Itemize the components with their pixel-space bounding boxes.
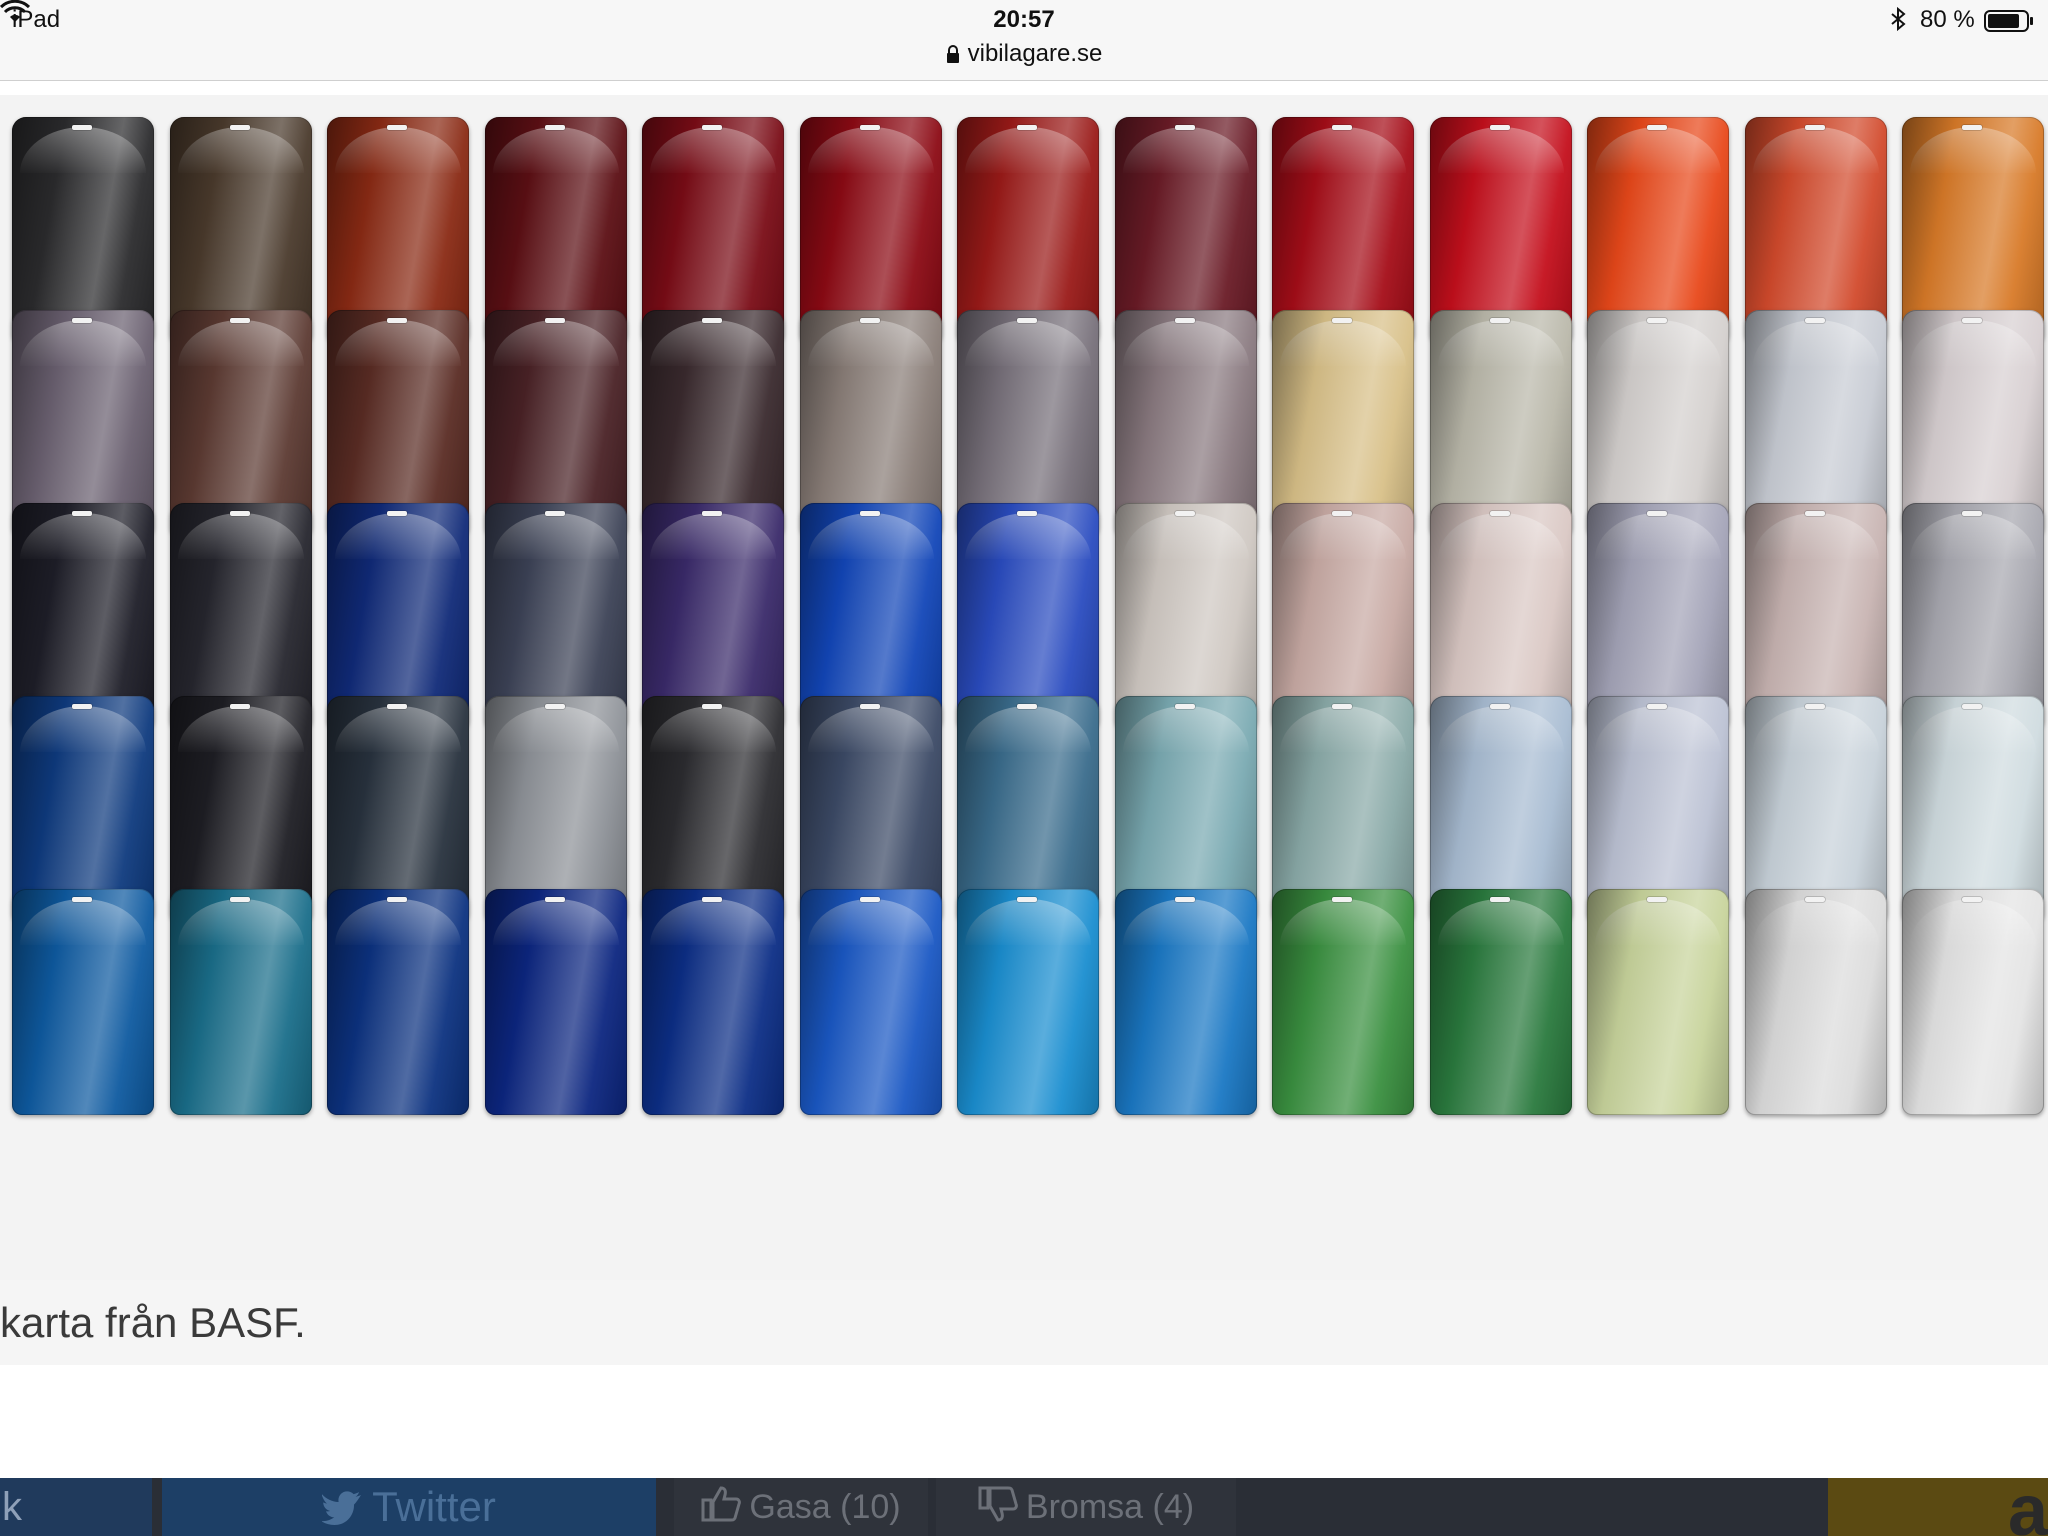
caption-overlay: [0, 1280, 2048, 1365]
color-swatch: [327, 889, 469, 1115]
facebook-share-label: k: [2, 1485, 22, 1529]
share-button-right[interactable]: a: [1828, 1478, 2048, 1536]
bluetooth-icon: [1891, 7, 1906, 31]
swatch-gloss: [1272, 889, 1414, 1115]
color-swatch: [170, 889, 312, 1115]
swatch-grid: [0, 95, 2048, 1365]
lock-icon: [946, 45, 959, 63]
swatch-gloss: [1430, 889, 1572, 1115]
color-swatch: [1430, 889, 1572, 1115]
color-swatch: [1115, 889, 1257, 1115]
swatch-gloss: [642, 889, 784, 1115]
bromsa-vote-button[interactable]: Bromsa (4): [936, 1478, 1236, 1536]
swatch-gloss: [485, 889, 627, 1115]
twitter-bird-icon: [322, 1491, 362, 1525]
swatch-gloss: [1115, 889, 1257, 1115]
address-bar[interactable]: vibilagare.se: [0, 40, 2048, 68]
swatch-gloss: [800, 889, 942, 1115]
swatch-gloss: [1745, 889, 1887, 1115]
color-chart-image: karta från BASF.: [0, 95, 2048, 1365]
twitter-share-label: Twitter: [372, 1483, 496, 1530]
swatch-gloss: [170, 889, 312, 1115]
swatch-gloss: [12, 889, 154, 1115]
facebook-share-button[interactable]: k: [0, 1478, 152, 1536]
thumbs-down-icon: [978, 1486, 1018, 1522]
swatch-gloss: [327, 889, 469, 1115]
color-swatch: [12, 889, 154, 1115]
twitter-share-button[interactable]: Twitter: [162, 1478, 656, 1536]
gasa-vote-label: Gasa (10): [749, 1488, 901, 1526]
color-swatch: [1272, 889, 1414, 1115]
swatch-gloss: [1902, 889, 2044, 1115]
share-bar: k Twitter Gasa (10) Bromsa (4) a: [0, 1478, 2048, 1536]
color-swatch: [1902, 889, 2044, 1115]
battery-percentage: 80 %: [1920, 6, 1975, 33]
color-swatch: [1587, 889, 1729, 1115]
gasa-vote-button[interactable]: Gasa (10): [674, 1478, 928, 1536]
image-caption: karta från BASF.: [0, 1299, 306, 1346]
color-swatch: [800, 889, 942, 1115]
swatch-gloss: [957, 889, 1099, 1115]
url-text: vibilagare.se: [967, 40, 1103, 67]
color-swatch: [642, 889, 784, 1115]
swatch-gloss: [1587, 889, 1729, 1115]
clock: 20:57: [993, 6, 1055, 33]
battery-icon: [1984, 10, 2033, 32]
status-bar: iPad 20:57 vibilagare.se 80 %: [0, 0, 2048, 81]
share-right-label: a: [2007, 1478, 2048, 1536]
color-swatch: [957, 889, 1099, 1115]
color-swatch: [1745, 889, 1887, 1115]
bromsa-vote-label: Bromsa (4): [1025, 1488, 1195, 1526]
thumbs-up-icon: [701, 1486, 742, 1522]
color-swatch: [485, 889, 627, 1115]
